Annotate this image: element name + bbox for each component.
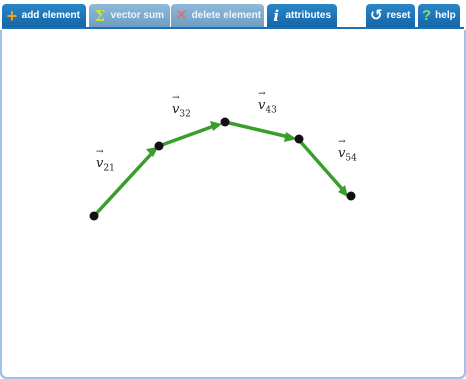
reset-icon: ↺ [370, 6, 383, 24]
arrow-accent: → [172, 93, 180, 103]
vector-v32-head [210, 121, 222, 131]
attributes-button[interactable]: i attributes [267, 4, 337, 27]
vector-label-v21: → v21 [96, 147, 115, 174]
vector-v43[interactable] [224, 120, 290, 139]
arrow-accent: → [96, 147, 104, 157]
vector-v54[interactable] [297, 138, 345, 192]
plus-icon: + [6, 5, 18, 26]
sigma-icon: Σ [94, 6, 106, 25]
arrow-accent: → [338, 137, 346, 147]
vector-label-v32: → v32 [172, 93, 191, 120]
add-element-label: add element [21, 10, 80, 21]
vector-v32[interactable] [158, 124, 215, 148]
add-element-button[interactable]: + add element [2, 4, 86, 27]
point-5[interactable] [346, 191, 356, 201]
attributes-label: attributes [285, 10, 331, 21]
arrow-accent: → [258, 89, 266, 99]
point-3[interactable] [220, 117, 230, 127]
vector-sum-label: vector sum [110, 10, 164, 21]
delete-element-label: delete element [191, 10, 262, 21]
point-1[interactable] [89, 211, 99, 221]
x-icon: ✕ [175, 6, 188, 24]
help-label: help [435, 10, 456, 21]
help-icon: ? [422, 6, 432, 24]
point-2[interactable] [154, 141, 164, 151]
info-icon: i [273, 6, 280, 25]
reset-button[interactable]: ↺ reset [366, 4, 415, 27]
toolbar: + add element Σ vector sum ✕ delete elem… [0, 0, 466, 30]
drawing-canvas[interactable]: → v21 → v32 → v43 → v54 [2, 27, 464, 377]
vectors-group [92, 120, 348, 218]
point-4[interactable] [294, 134, 304, 144]
points-group [89, 117, 356, 221]
delete-element-button[interactable]: ✕ delete element [171, 4, 264, 27]
help-button[interactable]: ? help [418, 4, 460, 27]
vector-label-v54: → v54 [338, 137, 357, 164]
reset-label: reset [386, 10, 411, 21]
vector-diagram [89, 117, 356, 221]
vector-sum-button[interactable]: Σ vector sum [89, 4, 170, 27]
vector-label-v43: → v43 [258, 89, 277, 116]
